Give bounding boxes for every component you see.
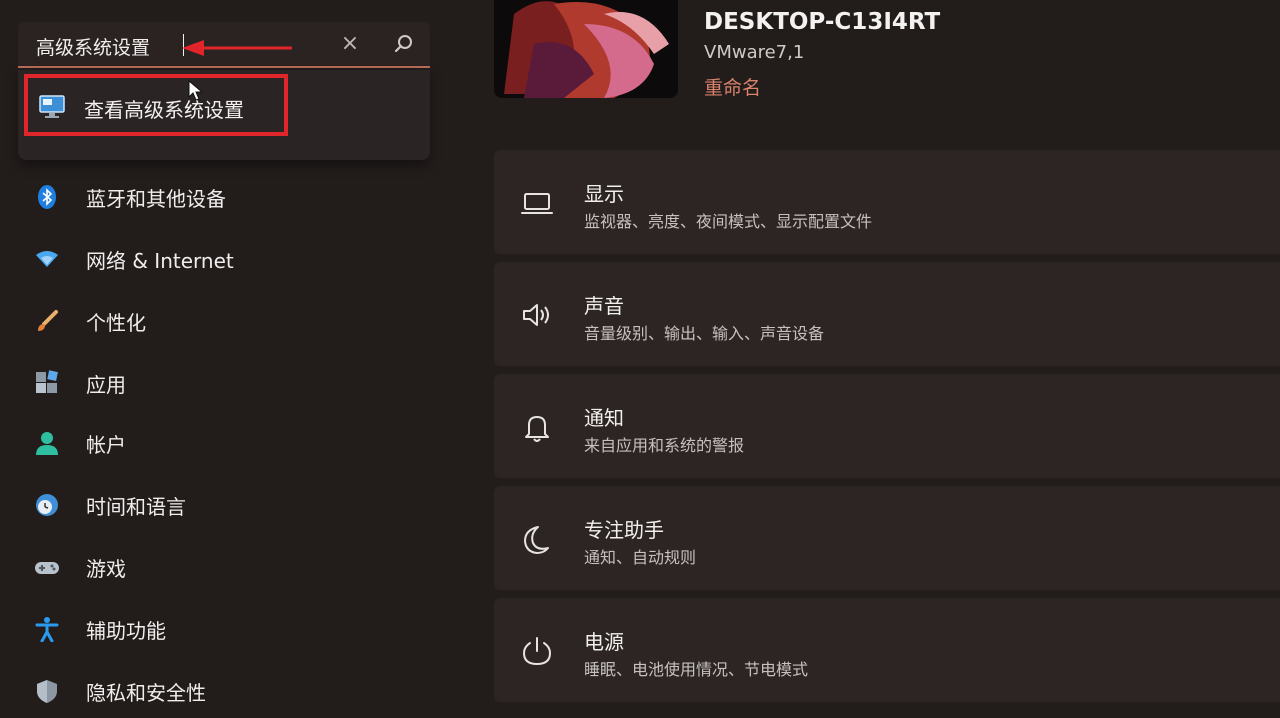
card-subtitle: 睡眠、电池使用情况、节电模式 — [584, 660, 809, 679]
sidebar-item-gaming[interactable]: 游戏 — [18, 538, 430, 594]
card-display[interactable]: 显示 监视器、亮度、夜间模式、显示配置文件 — [494, 150, 1280, 254]
device-model: VMware7,1 — [704, 42, 805, 63]
card-power[interactable]: 电源 睡眠、电池使用情况、节电模式 — [494, 598, 1280, 702]
card-title: 显示 — [584, 182, 624, 206]
suggestion-advanced-system-settings[interactable]: 查看高级系统设置 — [84, 94, 244, 123]
bell-icon — [520, 410, 554, 444]
search-input[interactable]: 高级系统设置 — [36, 33, 150, 60]
speaker-icon — [520, 298, 554, 332]
card-subtitle: 通知、自动规则 — [584, 548, 697, 567]
clear-search-button[interactable]: × — [336, 30, 364, 58]
sidebar-item-label: 辅助功能 — [86, 619, 166, 643]
card-title: 专注助手 — [584, 518, 664, 542]
shield-icon — [34, 678, 60, 704]
card-focus-assist[interactable]: 专注助手 通知、自动规则 — [494, 486, 1280, 590]
sidebar-item-bluetooth[interactable]: 蓝牙和其他设备 — [18, 168, 430, 224]
globe-clock-icon — [34, 492, 60, 518]
card-subtitle: 来自应用和系统的警报 — [584, 436, 745, 455]
rename-link[interactable]: 重命名 — [704, 73, 761, 100]
card-title: 通知 — [584, 406, 624, 430]
wifi-icon — [34, 246, 60, 272]
sidebar-item-accessibility[interactable]: 辅助功能 — [18, 600, 430, 656]
card-notifications[interactable]: 通知 来自应用和系统的警报 — [494, 374, 1280, 478]
sidebar-item-apps[interactable]: 应用 — [18, 354, 430, 410]
sidebar-item-personalization[interactable]: 个性化 — [18, 292, 430, 348]
sidebar-item-label: 时间和语言 — [86, 495, 186, 519]
gamepad-icon — [34, 554, 60, 580]
bluetooth-icon — [34, 184, 60, 210]
moon-icon — [520, 522, 554, 556]
mouse-cursor-icon — [188, 80, 204, 101]
sidebar-item-label: 蓝牙和其他设备 — [86, 187, 226, 211]
monitor-settings-icon — [38, 94, 66, 120]
sidebar-item-network[interactable]: 网络 & Internet — [18, 230, 430, 286]
card-subtitle: 监视器、亮度、夜间模式、显示配置文件 — [584, 212, 873, 231]
power-icon — [520, 634, 554, 668]
brush-icon — [34, 308, 60, 334]
search-suggestions: 查看高级系统设置 — [18, 70, 430, 160]
desktop-wallpaper-thumbnail — [494, 0, 678, 98]
card-sound[interactable]: 声音 音量级别、输出、输入、声音设备 — [494, 262, 1280, 366]
laptop-icon — [520, 186, 554, 220]
search-icon[interactable] — [390, 30, 418, 58]
sidebar-item-label: 个性化 — [86, 311, 146, 335]
sidebar-item-label: 隐私和安全性 — [86, 681, 206, 705]
sidebar-item-label: 应用 — [86, 373, 126, 397]
annotation-arrow-icon — [182, 40, 292, 56]
sidebar-item-label: 网络 & Internet — [86, 249, 234, 273]
card-title: 声音 — [584, 294, 624, 318]
apps-icon — [34, 370, 60, 396]
sidebar-item-label: 游戏 — [86, 557, 126, 581]
card-subtitle: 音量级别、输出、输入、声音设备 — [584, 324, 825, 343]
accessibility-icon — [34, 616, 60, 643]
sidebar-item-time-language[interactable]: 时间和语言 — [18, 476, 430, 532]
device-name: DESKTOP-C13I4RT — [704, 9, 941, 35]
sidebar-item-accounts[interactable]: 帐户 — [18, 414, 430, 470]
account-icon — [34, 430, 60, 456]
card-title: 电源 — [584, 630, 624, 654]
sidebar-item-label: 帐户 — [86, 433, 126, 457]
